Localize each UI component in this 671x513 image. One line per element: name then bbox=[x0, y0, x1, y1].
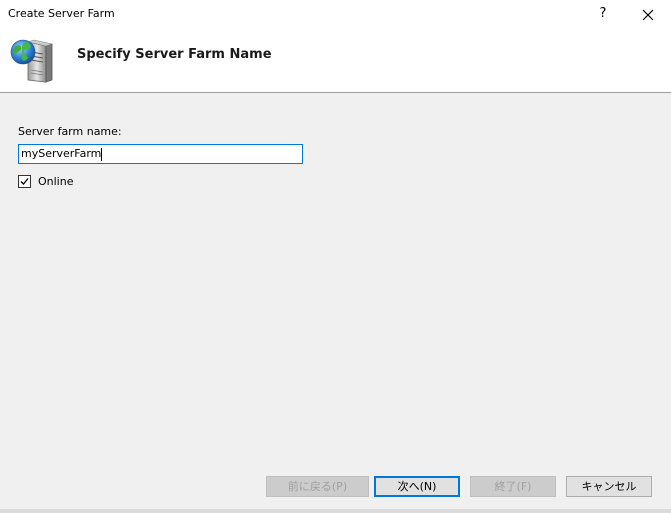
server-globe-icon bbox=[8, 36, 56, 84]
online-option[interactable]: Online bbox=[18, 175, 73, 188]
window-title: Create Server Farm bbox=[8, 7, 115, 20]
close-button[interactable] bbox=[633, 3, 663, 25]
next-button[interactable]: 次へ(N) bbox=[374, 476, 460, 497]
close-icon bbox=[642, 9, 654, 20]
back-button[interactable]: 前に戻る(P) bbox=[266, 476, 369, 497]
wizard-header: Specify Server Farm Name bbox=[0, 28, 671, 93]
create-server-farm-dialog: Create Server Farm ? Specify Server Farm… bbox=[0, 0, 671, 513]
wizard-content: Server farm name: myServerFarm Online bbox=[0, 93, 671, 470]
finish-button[interactable]: 終了(F) bbox=[470, 476, 556, 497]
online-checkbox[interactable] bbox=[18, 175, 31, 188]
title-bar: Create Server Farm ? bbox=[0, 0, 671, 28]
wizard-footer: 前に戻る(P) 次へ(N) 終了(F) キャンセル bbox=[0, 470, 671, 513]
page-title: Specify Server Farm Name bbox=[77, 47, 272, 62]
help-button[interactable]: ? bbox=[588, 3, 618, 25]
online-label: Online bbox=[38, 175, 74, 188]
bottom-edge bbox=[0, 509, 671, 513]
server-farm-name-value: myServerFarm bbox=[21, 147, 102, 160]
cancel-button[interactable]: キャンセル bbox=[566, 476, 652, 497]
server-farm-name-input[interactable]: myServerFarm bbox=[18, 144, 303, 164]
server-farm-name-label: Server farm name: bbox=[18, 125, 122, 138]
text-caret bbox=[101, 147, 103, 161]
checkmark-icon bbox=[20, 178, 29, 185]
